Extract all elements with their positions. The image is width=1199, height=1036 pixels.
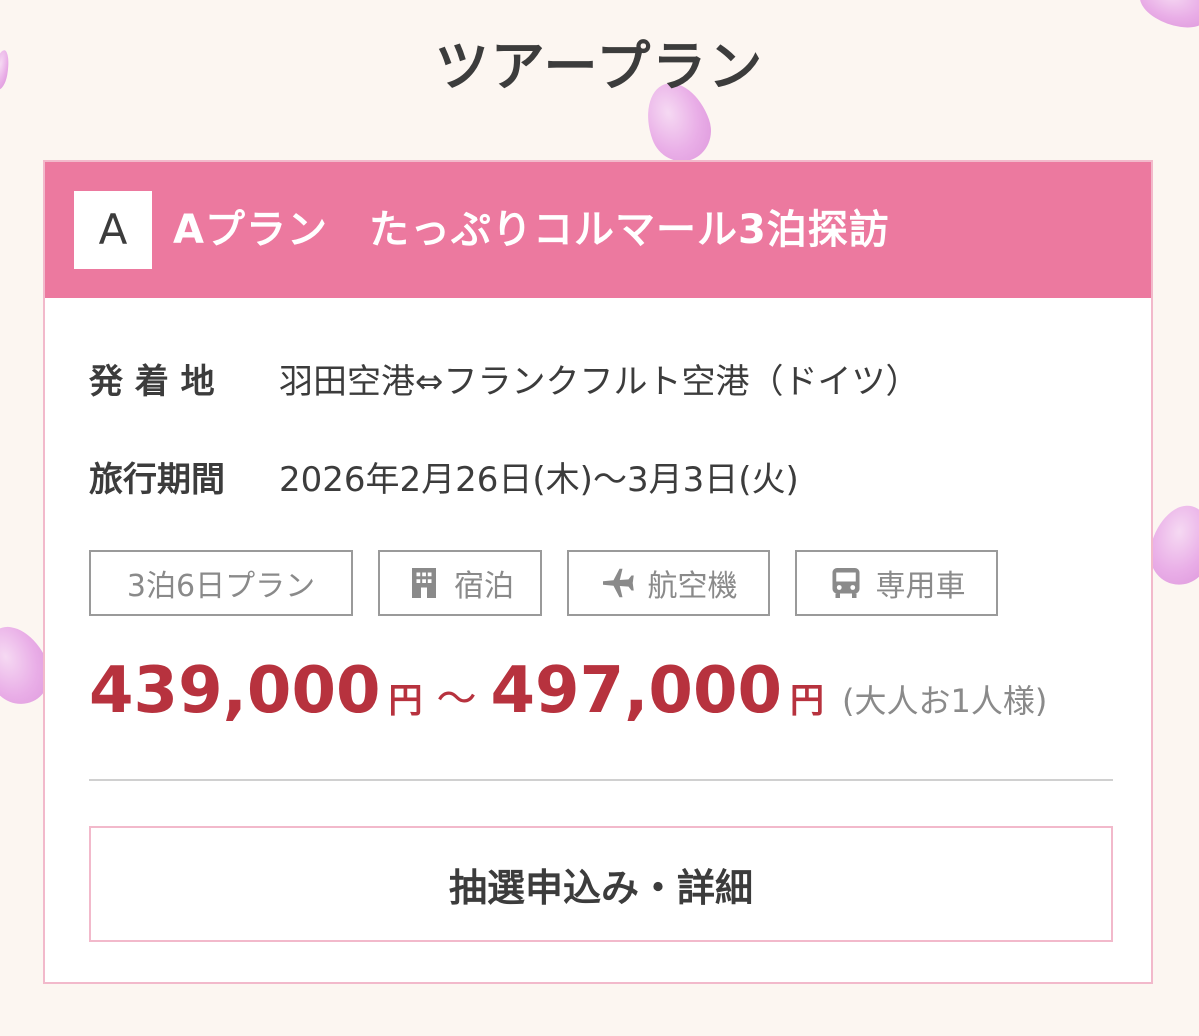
tag-accommodation: 宿泊	[378, 550, 542, 616]
page-title: ツアープラン	[434, 35, 765, 98]
tag-flight-label: 航空機	[647, 569, 738, 604]
airplane-icon	[602, 568, 634, 598]
price-note: (大人お1人様)	[842, 682, 1048, 720]
plan-card: A Aプラン たっぷりコルマール3泊探訪 発 着 地 羽田空港⇔フランクフルト空港…	[43, 160, 1153, 984]
travel-period-label: 旅行期間	[89, 460, 225, 500]
tag-nights: 3泊6日プラン	[89, 550, 353, 616]
price-min-unit: 円	[388, 681, 423, 721]
departure-value: 羽田空港⇔フランクフルト空港（ドイツ）	[279, 362, 920, 402]
price-max-unit: 円	[790, 681, 824, 721]
plan-letter-badge: A	[74, 191, 152, 269]
plan-tags: 3泊6日プラン 宿泊 航空機 専用車	[89, 550, 998, 616]
price-min: 439,000	[89, 654, 381, 728]
apply-details-button[interactable]: 抽選申込み・詳細	[89, 826, 1113, 942]
travel-period-row: 旅行期間 2026年2月26日(木)〜3月3日(火)	[89, 452, 799, 501]
travel-period-value: 2026年2月26日(木)〜3月3日(火)	[279, 460, 799, 500]
tag-accommodation-label: 宿泊	[454, 569, 514, 604]
plan-header: A Aプラン たっぷりコルマール3泊探訪	[45, 162, 1151, 298]
plan-name: Aプラン たっぷりコルマール3泊探訪	[173, 207, 890, 253]
price-max: 497,000	[490, 654, 783, 728]
departure-row: 発 着 地 羽田空港⇔フランクフルト空港（ドイツ）	[89, 354, 920, 403]
hotel-icon	[412, 568, 436, 598]
tag-private-car: 専用車	[795, 550, 998, 616]
price-range: 439,000 円 ～ 497,000 円 (大人お1人様)	[89, 654, 1047, 744]
divider	[89, 779, 1113, 781]
bus-icon	[832, 568, 859, 598]
tag-flight: 航空機	[567, 550, 770, 616]
price-separator: ～	[436, 676, 477, 722]
tag-nights-label: 3泊6日プラン	[126, 569, 316, 604]
departure-label: 発 着 地	[89, 362, 215, 402]
tag-private-car-label: 専用車	[875, 569, 966, 604]
